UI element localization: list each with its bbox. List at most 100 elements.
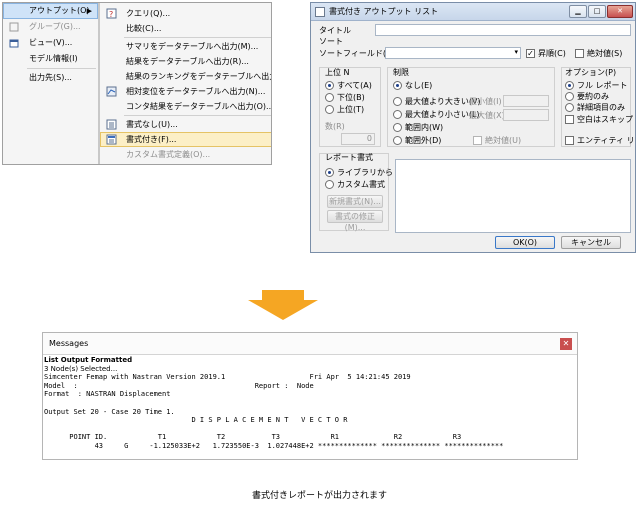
summary-only-radio[interactable]: [565, 92, 574, 101]
entity-list-checkbox[interactable]: [565, 136, 574, 145]
menu-item-destination[interactable]: 出力先(S)...: [3, 70, 98, 86]
submenu-separator: [124, 115, 271, 116]
skip-blank-checkbox[interactable]: [565, 115, 574, 124]
submenu-item-compare-label: 比較(C)...: [126, 24, 162, 33]
count-label: 数(R): [325, 122, 345, 131]
message-line: D I S P L A C E M E N T V E C T O R: [44, 416, 348, 425]
query-icon: ?: [106, 8, 117, 19]
full-report-radio[interactable]: [565, 81, 574, 90]
top-n-label: 上位 N: [325, 68, 350, 77]
menu-item-model-info[interactable]: モデル情報(I): [3, 51, 98, 67]
submenu-item-relative-disp-to-table[interactable]: 相対変位をデータテーブルへ出力(N)...: [100, 84, 271, 99]
edit-format-button[interactable]: 書式の修正(M)...: [327, 210, 383, 232]
close-icon[interactable]: ✕: [560, 338, 572, 350]
top-n-top-radio[interactable]: [325, 105, 334, 114]
submenu-separator: [124, 37, 271, 38]
submenu-item-unformatted[interactable]: 書式なし(U)...: [100, 117, 271, 132]
menu-item-output-label: アウトプット(O): [29, 6, 90, 15]
submenu-item-ranking-to-table[interactable]: 結果のランキングをデータテーブルへ出力(K)...: [100, 69, 271, 84]
max-value-input[interactable]: [503, 109, 549, 121]
window-buttons: ▁ □ ✕: [569, 5, 633, 18]
menu-item-view[interactable]: ビュー(V)...: [3, 35, 98, 51]
min-value-input[interactable]: [503, 95, 549, 107]
cancel-button[interactable]: キャンセル: [561, 236, 621, 249]
submenu-item-query-label: クエリ(Q)...: [126, 9, 171, 18]
maximize-icon[interactable]: □: [588, 5, 606, 18]
message-line: Simcenter Femap with Nastran Version 201…: [44, 373, 411, 382]
message-line: Format : NASTRAN Displacement: [44, 390, 171, 399]
limit-above-max-radio[interactable]: [393, 97, 402, 106]
messages-window: Messages ✕ List Output Formatted 3 Node(s…: [42, 332, 578, 460]
title-label: タイトル: [319, 26, 351, 35]
skip-blank-label: 空白はスキップ: [577, 115, 633, 124]
limit-inside-range-radio[interactable]: [393, 123, 402, 132]
max-value-label: 最大値(X): [469, 111, 505, 120]
messages-titlebar: Messages ✕: [43, 333, 577, 355]
limit-absolute-checkbox[interactable]: [473, 136, 482, 145]
formatted-list-icon: [106, 134, 117, 145]
new-format-button-label: 新規書式(N)...: [329, 197, 381, 206]
dialog-titlebar: 書式付き アウトプット リスト ▁ □ ✕: [311, 3, 635, 21]
library-format-radio[interactable]: [325, 168, 334, 177]
submenu-item-compare[interactable]: 比較(C)...: [100, 21, 271, 36]
submenu-item-summary-to-table[interactable]: サマリをデータテーブルへ出力(M)...: [100, 39, 271, 54]
submenu-item-formatted-label: 書式付き(F)...: [126, 135, 177, 144]
details-only-radio[interactable]: [565, 103, 574, 112]
menu-item-output[interactable]: アウトプット(O) ▶: [3, 3, 98, 19]
ok-button-label: OK(O): [512, 238, 538, 247]
submenu-item-results-to-table-label: 結果をデータテーブルへ出力(R)...: [126, 57, 249, 66]
format-list[interactable]: [395, 159, 631, 233]
absolute-sort-checkbox[interactable]: [575, 49, 584, 58]
chevron-down-icon: ▾: [514, 48, 518, 56]
ok-button[interactable]: OK(O): [495, 236, 555, 249]
cancel-button-label: キャンセル: [571, 238, 611, 247]
message-line: 43 G -1.125033E+2 1.723550E-3 1.027448E+…: [44, 441, 504, 450]
submenu-item-results-to-table[interactable]: 結果をデータテーブルへ出力(R)...: [100, 54, 271, 69]
full-report-label: フル レポート: [577, 81, 628, 90]
view-icon: [9, 39, 19, 48]
submenu-item-formatted[interactable]: 書式付き(F)...: [100, 132, 271, 147]
report-format-label: レポート書式: [325, 153, 373, 162]
title-input[interactable]: [375, 24, 631, 36]
min-value-label: 最小値(I): [469, 97, 502, 106]
new-format-button[interactable]: 新規書式(N)...: [327, 195, 383, 208]
svg-text:?: ?: [109, 10, 113, 19]
minimize-icon[interactable]: ▁: [569, 5, 587, 18]
count-input[interactable]: 0: [341, 133, 375, 145]
message-line: Output Set 20 - Case 20 Time 1.: [44, 407, 175, 416]
down-arrow-icon: [248, 290, 318, 320]
menu-item-group[interactable]: グループ(G)...: [3, 19, 98, 35]
count-value: 0: [366, 134, 372, 143]
menu-item-group-label: グループ(G)...: [29, 22, 81, 31]
sort-field-dropdown[interactable]: ▾: [385, 47, 521, 59]
ascending-label: 昇順(C): [538, 49, 566, 58]
submenu-item-summary-to-table-label: サマリをデータテーブルへ出力(M)...: [126, 42, 259, 51]
message-line: List Output Formatted: [44, 356, 133, 364]
top-n-bottom-radio[interactable]: [325, 93, 334, 102]
details-only-label: 詳細項目のみ: [577, 103, 625, 112]
menu-screenshot: アウトプット(O) ▶ グループ(G)... ビュー(V)... モデル情報(I…: [2, 2, 272, 165]
submenu-item-relative-disp-to-table-label: 相対変位をデータテーブルへ出力(N)...: [126, 87, 266, 96]
caption: 書式付きレポートが出力されます: [251, 491, 387, 501]
limit-none-radio[interactable]: [393, 81, 402, 90]
formatted-output-list-dialog: 書式付き アウトプット リスト ▁ □ ✕ タイトル ソート ソートフィールド(…: [310, 2, 636, 253]
custom-format-label: カスタム書式: [337, 180, 385, 189]
limit-below-min-radio[interactable]: [393, 110, 402, 119]
ascending-checkbox[interactable]: ✓: [526, 49, 535, 58]
limit-absolute-label: 絶対値(U): [485, 136, 522, 145]
submenu-item-query[interactable]: ? クエリ(Q)...: [100, 6, 271, 21]
submenu-item-contour-to-table[interactable]: コンタ結果をデータテーブルへ出力(O)...: [100, 99, 271, 114]
library-format-label: ライブラリから: [337, 168, 393, 177]
top-n-all-radio[interactable]: [325, 81, 334, 90]
message-line: POINT ID. T1 T2 T3 R1 R2 R3: [44, 433, 462, 442]
summary-only-label: 要約のみ: [577, 92, 609, 101]
relative-displacement-icon: [106, 86, 117, 97]
submenu-item-custom-format[interactable]: カスタム書式定義(O)...: [100, 147, 271, 162]
custom-format-radio[interactable]: [325, 180, 334, 189]
close-icon[interactable]: ✕: [607, 5, 633, 18]
output-submenu: ? クエリ(Q)... 比較(C)... サマリをデータテーブルへ出力(M)..…: [99, 3, 271, 164]
main-menu: アウトプット(O) ▶ グループ(G)... ビュー(V)... モデル情報(I…: [3, 3, 99, 164]
limit-outside-range-radio[interactable]: [393, 136, 402, 145]
unformatted-list-icon: [106, 119, 117, 130]
group-icon: [9, 22, 19, 32]
